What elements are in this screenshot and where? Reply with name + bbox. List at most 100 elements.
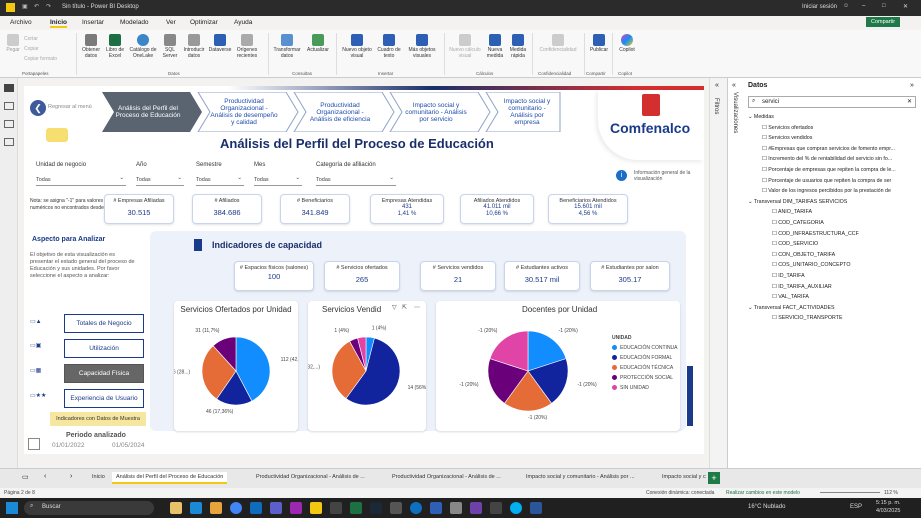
- tree-field[interactable]: ☐ VAL_TARIFA: [772, 294, 809, 300]
- aspect-capacidad-button[interactable]: Capacidad Física: [64, 364, 144, 383]
- expand-icon[interactable]: «: [715, 82, 719, 89]
- filters-pane-tab[interactable]: Filtros: [713, 98, 719, 114]
- tree-field[interactable]: ☐ ANIO_TARIFA: [772, 209, 812, 215]
- text-box-button[interactable]: Cuadro de texto: [376, 34, 402, 59]
- share-button[interactable]: Compartir: [866, 17, 901, 27]
- taskbar-app6-icon[interactable]: [450, 502, 462, 514]
- table-view-icon[interactable]: [4, 102, 14, 110]
- tree-field[interactable]: ☐ ID_TARIFA: [772, 273, 805, 279]
- excel-button[interactable]: Libro de Excel: [104, 34, 126, 59]
- taskbar-steam-icon[interactable]: [370, 502, 382, 514]
- taskbar-edge-icon[interactable]: [190, 502, 202, 514]
- tab-inicio[interactable]: Inicio: [92, 474, 105, 480]
- taskbar-app4-icon[interactable]: [410, 502, 422, 514]
- tree-field[interactable]: ☐ COD_INFRAESTRUCTURA_CCF: [772, 231, 859, 237]
- tree-field[interactable]: ☐ COS_UNITARIO_CONCEPTO: [772, 262, 850, 268]
- user-avatar-icon[interactable]: ☺: [843, 3, 849, 9]
- taskbar-teams-icon[interactable]: [270, 502, 282, 514]
- quick-measure-button[interactable]: Medida rápida: [506, 34, 530, 59]
- menu-optimizar[interactable]: Optimizar: [190, 19, 218, 26]
- recent-sources-button[interactable]: Orígenes recientes: [234, 34, 260, 59]
- menu-archivo[interactable]: Archivo: [10, 19, 32, 26]
- paste-button[interactable]: Pegar: [4, 34, 22, 53]
- sensitivity-button[interactable]: Confidencialidad: [536, 34, 580, 53]
- save-icon[interactable]: ▣: [22, 3, 28, 10]
- tree-field[interactable]: ☐ Porcentaje de empresas que repiten la …: [762, 167, 896, 173]
- tree-field[interactable]: ☐ CON_OBJETO_TARIFA: [772, 252, 835, 258]
- tree-field[interactable]: ☐ COD_SERVICIO: [772, 241, 818, 247]
- taskbar-app7-icon[interactable]: [490, 502, 502, 514]
- taskbar-powerbi-icon[interactable]: [310, 502, 322, 514]
- taskbar-app5-icon[interactable]: [430, 502, 442, 514]
- tree-table[interactable]: ⌄ Transversal DIM_TARIFAS SERVICIOS: [748, 199, 847, 205]
- menu-insertar[interactable]: Insertar: [82, 19, 104, 26]
- legend-item[interactable]: SIN UNIDAD: [612, 385, 678, 391]
- redo-icon[interactable]: ↷: [46, 3, 51, 10]
- zoom-slider[interactable]: [820, 492, 880, 493]
- copy-button[interactable]: Copiar: [24, 46, 39, 52]
- tab-educacion[interactable]: Análisis del Perfil del Proceso de Educa…: [112, 472, 228, 484]
- tab-productividad-1[interactable]: Productividad Organizacional - Análisis …: [256, 474, 365, 480]
- taskbar-search[interactable]: ⌕ Buscar: [24, 501, 154, 515]
- visualizations-pane-tab[interactable]: Visualizaciones: [732, 92, 738, 133]
- tree-table[interactable]: ⌄ Medidas: [748, 114, 774, 120]
- taskbar-word-icon[interactable]: [530, 502, 542, 514]
- onelake-button[interactable]: Catálogo de OneLake: [128, 34, 158, 59]
- enter-data-button[interactable]: Introducir datos: [182, 34, 206, 59]
- taskbar-explorer-icon[interactable]: [210, 502, 222, 514]
- aspect-experiencia-button[interactable]: Experiencia de Usuario: [64, 389, 144, 408]
- model-view-icon[interactable]: [4, 120, 14, 128]
- filter-mes[interactable]: Todas ⌄: [254, 174, 302, 186]
- taskbar-outlook-icon[interactable]: [250, 502, 262, 514]
- taskbar-vs-icon[interactable]: [470, 502, 482, 514]
- nav-step-3[interactable]: Productividad Organizacional - Análisis …: [296, 92, 384, 132]
- filter-unidad[interactable]: Todas ⌄: [36, 174, 126, 186]
- taskbar-app2-icon[interactable]: [330, 502, 342, 514]
- minimize-icon[interactable]: –: [862, 3, 865, 9]
- menu-inicio[interactable]: Inicio: [50, 19, 67, 28]
- model-changes-link[interactable]: Realizar cambios en este modelo: [726, 490, 800, 496]
- tree-field[interactable]: ☐ Incremento del % de rentabilidad del s…: [762, 156, 892, 162]
- expand-icon[interactable]: «: [732, 82, 736, 89]
- tree-field[interactable]: ☐ Valor de los ingresos percibidos por l…: [762, 188, 891, 194]
- add-page-button[interactable]: +: [708, 472, 720, 484]
- get-data-button[interactable]: Obtener datos: [80, 34, 102, 59]
- more-visuals-button[interactable]: Más objetos visuales: [404, 34, 440, 59]
- filter-anio[interactable]: Todas ⌄: [136, 174, 184, 186]
- tree-field[interactable]: ☐ Servicios ofertados: [762, 125, 813, 131]
- cut-button[interactable]: Cortar: [24, 36, 38, 42]
- data-search-box[interactable]: ⌕ servici ✕: [748, 96, 916, 108]
- tree-field[interactable]: ☐ Servicios vendidos: [762, 135, 812, 141]
- legend-item[interactable]: EDUCACIÓN FORMAL: [612, 355, 678, 361]
- menu-modelado[interactable]: Modelado: [120, 19, 149, 26]
- aspect-totales-button[interactable]: Totales de Negocio: [64, 314, 144, 333]
- nav-step-4[interactable]: Impacto social y comunitario - Análisis …: [392, 92, 480, 132]
- refresh-button[interactable]: Actualizar: [304, 34, 332, 53]
- windows-start-icon[interactable]: [6, 502, 18, 514]
- sql-server-button[interactable]: SQL Server: [160, 34, 180, 59]
- search-input[interactable]: servici: [762, 99, 779, 105]
- taskbar-app3-icon[interactable]: [390, 502, 402, 514]
- collapse-icon[interactable]: »: [910, 82, 914, 89]
- info-icon[interactable]: i: [616, 170, 627, 181]
- undo-icon[interactable]: ↶: [34, 3, 39, 10]
- back-menu-label[interactable]: Regresar al menú: [48, 104, 92, 110]
- tree-field[interactable]: ☐ ID_TARIFA_AUXILIAR: [772, 284, 832, 290]
- nav-step-5[interactable]: Impacto social y comunitario - Análisis …: [490, 92, 564, 132]
- taskbar-app-icon[interactable]: [170, 502, 182, 514]
- legend-item[interactable]: EDUCACIÓN TÉCNICA: [612, 365, 678, 371]
- language-label[interactable]: ESP: [850, 504, 862, 510]
- copilot-button[interactable]: Copilot: [616, 34, 638, 53]
- prev-page-icon[interactable]: ‹: [44, 473, 46, 480]
- legend-item[interactable]: PROTECCIÓN SOCIAL: [612, 375, 678, 381]
- filter-icon[interactable]: ▽: [392, 304, 397, 311]
- taskbar-excel-icon[interactable]: [350, 502, 362, 514]
- menu-ayuda[interactable]: Ayuda: [234, 19, 252, 26]
- tree-field[interactable]: ☐ COD_CATEGORIA: [772, 220, 824, 226]
- more-options-icon[interactable]: ⋯: [414, 304, 420, 311]
- taskbar-chrome-icon[interactable]: [230, 502, 242, 514]
- clear-icon[interactable]: ✕: [907, 98, 912, 105]
- tree-table[interactable]: ⌄ Transversal FACT_ACTIVIDADES: [748, 305, 835, 311]
- publish-button[interactable]: Publicar: [588, 34, 610, 53]
- format-painter-button[interactable]: Copiar formato: [24, 56, 57, 62]
